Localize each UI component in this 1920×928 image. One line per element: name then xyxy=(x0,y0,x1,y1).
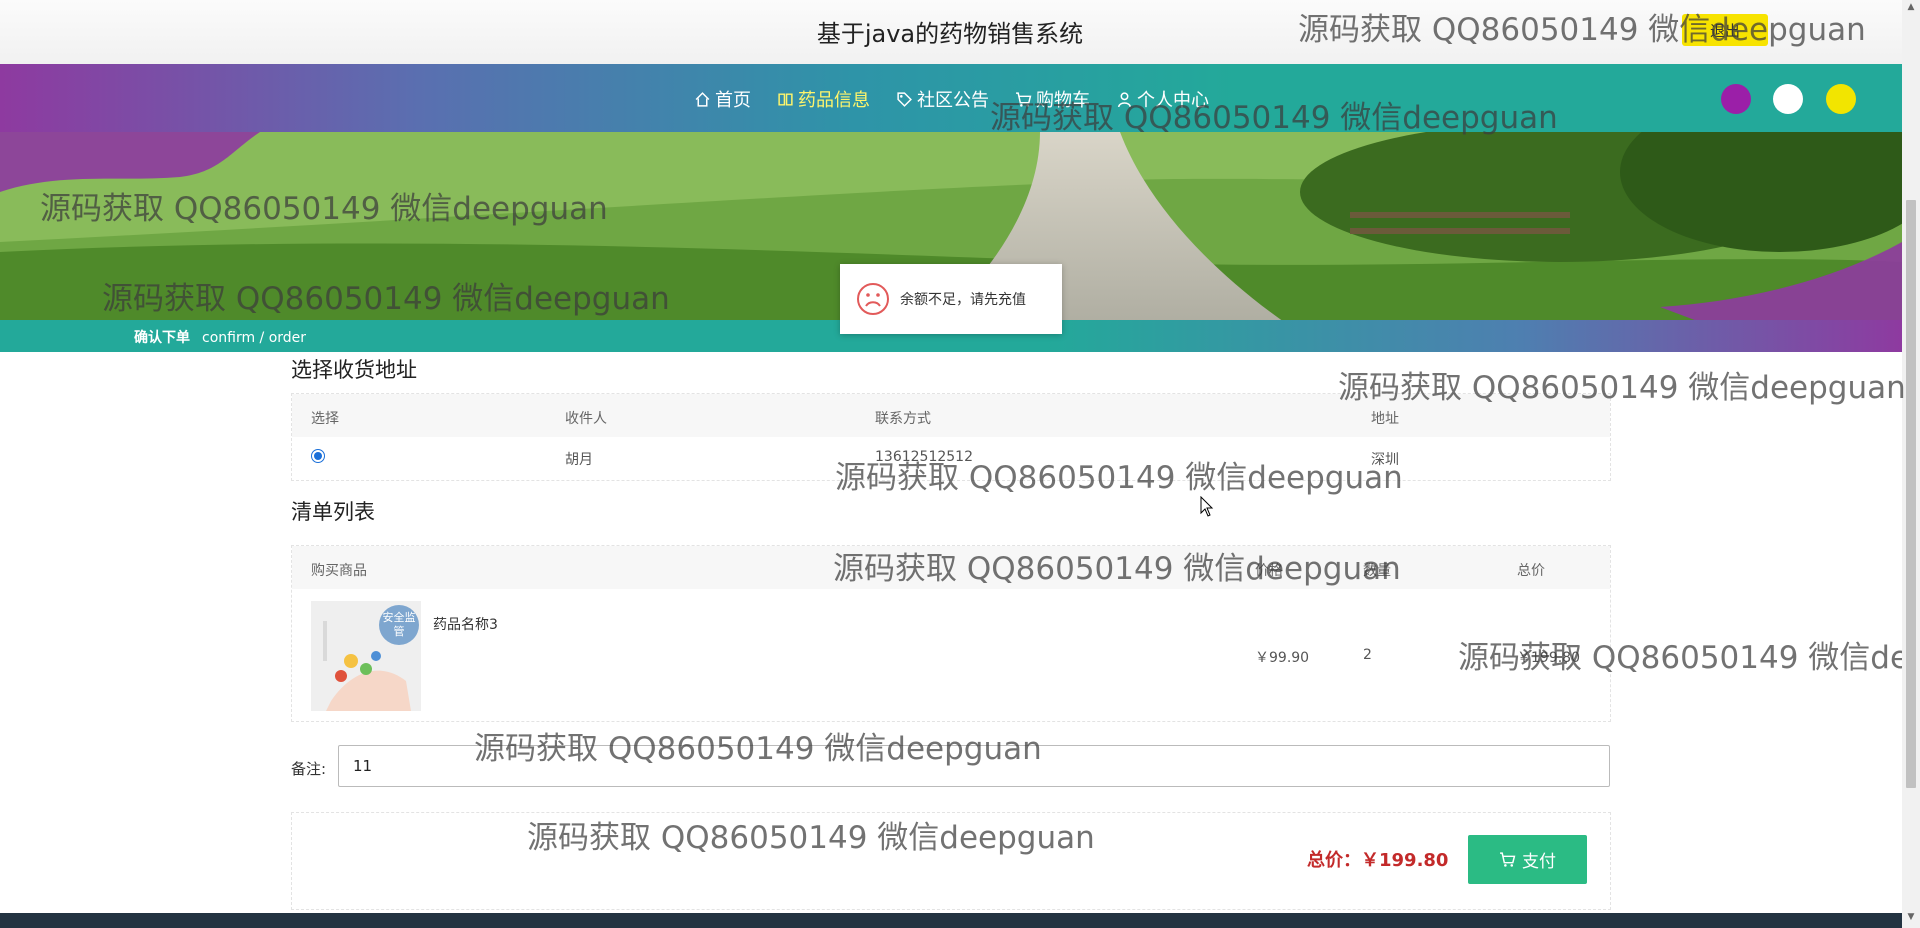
product-name[interactable]: 药品名称3 xyxy=(433,614,498,634)
cart-icon xyxy=(1500,852,1516,867)
address-section-title: 选择收货地址 xyxy=(291,358,417,382)
column-header: 购买商品 xyxy=(311,563,367,579)
balance-toast: 余额不足，请先充值 xyxy=(840,264,1062,334)
theme-dot-white[interactable] xyxy=(1773,84,1803,114)
safety-badge: 安全监管 xyxy=(379,605,419,645)
pay-button[interactable]: 支付 xyxy=(1468,835,1587,884)
top-bar: 基于java的药物销售系统 退出 xyxy=(0,0,1920,64)
recipient-cell: 胡月 xyxy=(565,452,593,468)
phone-cell: 13612512512 xyxy=(875,449,973,465)
remark-input[interactable] xyxy=(338,745,1610,787)
nav-item-label: 个人中心 xyxy=(1137,90,1209,111)
page-scrollbar[interactable]: ▲ ▼ xyxy=(1902,0,1920,928)
footer xyxy=(0,913,1902,928)
total-price: 总价：￥199.80 xyxy=(1307,846,1448,872)
theme-dot-purple[interactable] xyxy=(1721,84,1751,114)
address-table-header: 选择 收件人 联系方式 地址 xyxy=(292,394,1610,437)
breadcrumb-text: 确认下单 confirm / order xyxy=(134,327,306,347)
sad-face-icon xyxy=(857,283,889,315)
nav-item-profile[interactable]: 个人中心 xyxy=(1116,86,1209,112)
pay-button-label: 支付 xyxy=(1522,852,1556,872)
nav-item-home[interactable]: 首页 xyxy=(694,86,751,112)
nav-item-label: 购物车 xyxy=(1036,90,1090,111)
order-table: 购买商品 价格 数量 总价 安全监管 药品名称3 ￥99.90 2 ￥199.8… xyxy=(291,545,1611,722)
main-navbar: 首页 药品信息 社区公告 购物车 个人中心 xyxy=(0,64,1902,132)
tag-icon xyxy=(897,91,912,107)
toast-message: 余额不足，请先充值 xyxy=(900,292,1026,308)
scroll-down-icon[interactable]: ▼ xyxy=(1902,912,1920,926)
nav-item-label: 社区公告 xyxy=(917,90,989,111)
column-header: 价格 xyxy=(1255,563,1283,579)
order-section-title: 清单列表 xyxy=(291,500,375,524)
column-header: 收件人 xyxy=(565,411,607,427)
nav-item-cart[interactable]: 购物车 xyxy=(1015,86,1090,112)
total-value: ￥199.80 xyxy=(1361,850,1449,871)
price-cell: ￥99.90 xyxy=(1255,650,1310,666)
column-header: 数量 xyxy=(1363,563,1391,579)
address-radio[interactable] xyxy=(311,449,325,463)
product-image[interactable]: 安全监管 xyxy=(311,601,421,711)
total-label: 总价： xyxy=(1307,850,1361,871)
column-header: 选择 xyxy=(311,411,339,427)
cart-icon xyxy=(1016,91,1032,107)
quantity-cell: 2 xyxy=(1363,647,1372,663)
column-header: 地址 xyxy=(1371,411,1399,427)
column-header: 联系方式 xyxy=(875,411,931,427)
logout-button[interactable]: 退出 xyxy=(1682,14,1768,46)
site-title: 基于java的药物销售系统 xyxy=(816,20,1084,48)
nav-item-drug-info[interactable]: 药品信息 xyxy=(777,86,870,112)
user-icon xyxy=(1117,91,1132,107)
book-icon xyxy=(778,92,793,106)
home-icon xyxy=(695,91,710,107)
address-table: 选择 收件人 联系方式 地址 胡月 13612512512 深圳 xyxy=(291,393,1611,481)
order-table-header: 购买商品 价格 数量 总价 xyxy=(292,546,1610,589)
scroll-up-icon[interactable]: ▲ xyxy=(1902,2,1920,16)
breadcrumb-title-en: confirm / order xyxy=(202,330,307,346)
subtotal-cell: ￥199.80 xyxy=(1517,650,1580,666)
remark-label: 备注: xyxy=(291,760,327,778)
nav-item-label: 首页 xyxy=(715,90,751,111)
address-cell: 深圳 xyxy=(1371,452,1399,468)
nav-item-announcements[interactable]: 社区公告 xyxy=(896,86,989,112)
nav-menu: 首页 药品信息 社区公告 购物车 个人中心 xyxy=(694,86,1235,112)
column-header: 总价 xyxy=(1517,563,1545,579)
nav-item-label: 药品信息 xyxy=(798,90,870,111)
breadcrumb-title-cn: 确认下单 xyxy=(134,330,190,346)
scroll-thumb[interactable] xyxy=(1906,200,1916,788)
theme-dot-yellow[interactable] xyxy=(1826,84,1856,114)
mouse-cursor-icon xyxy=(1200,496,1214,517)
